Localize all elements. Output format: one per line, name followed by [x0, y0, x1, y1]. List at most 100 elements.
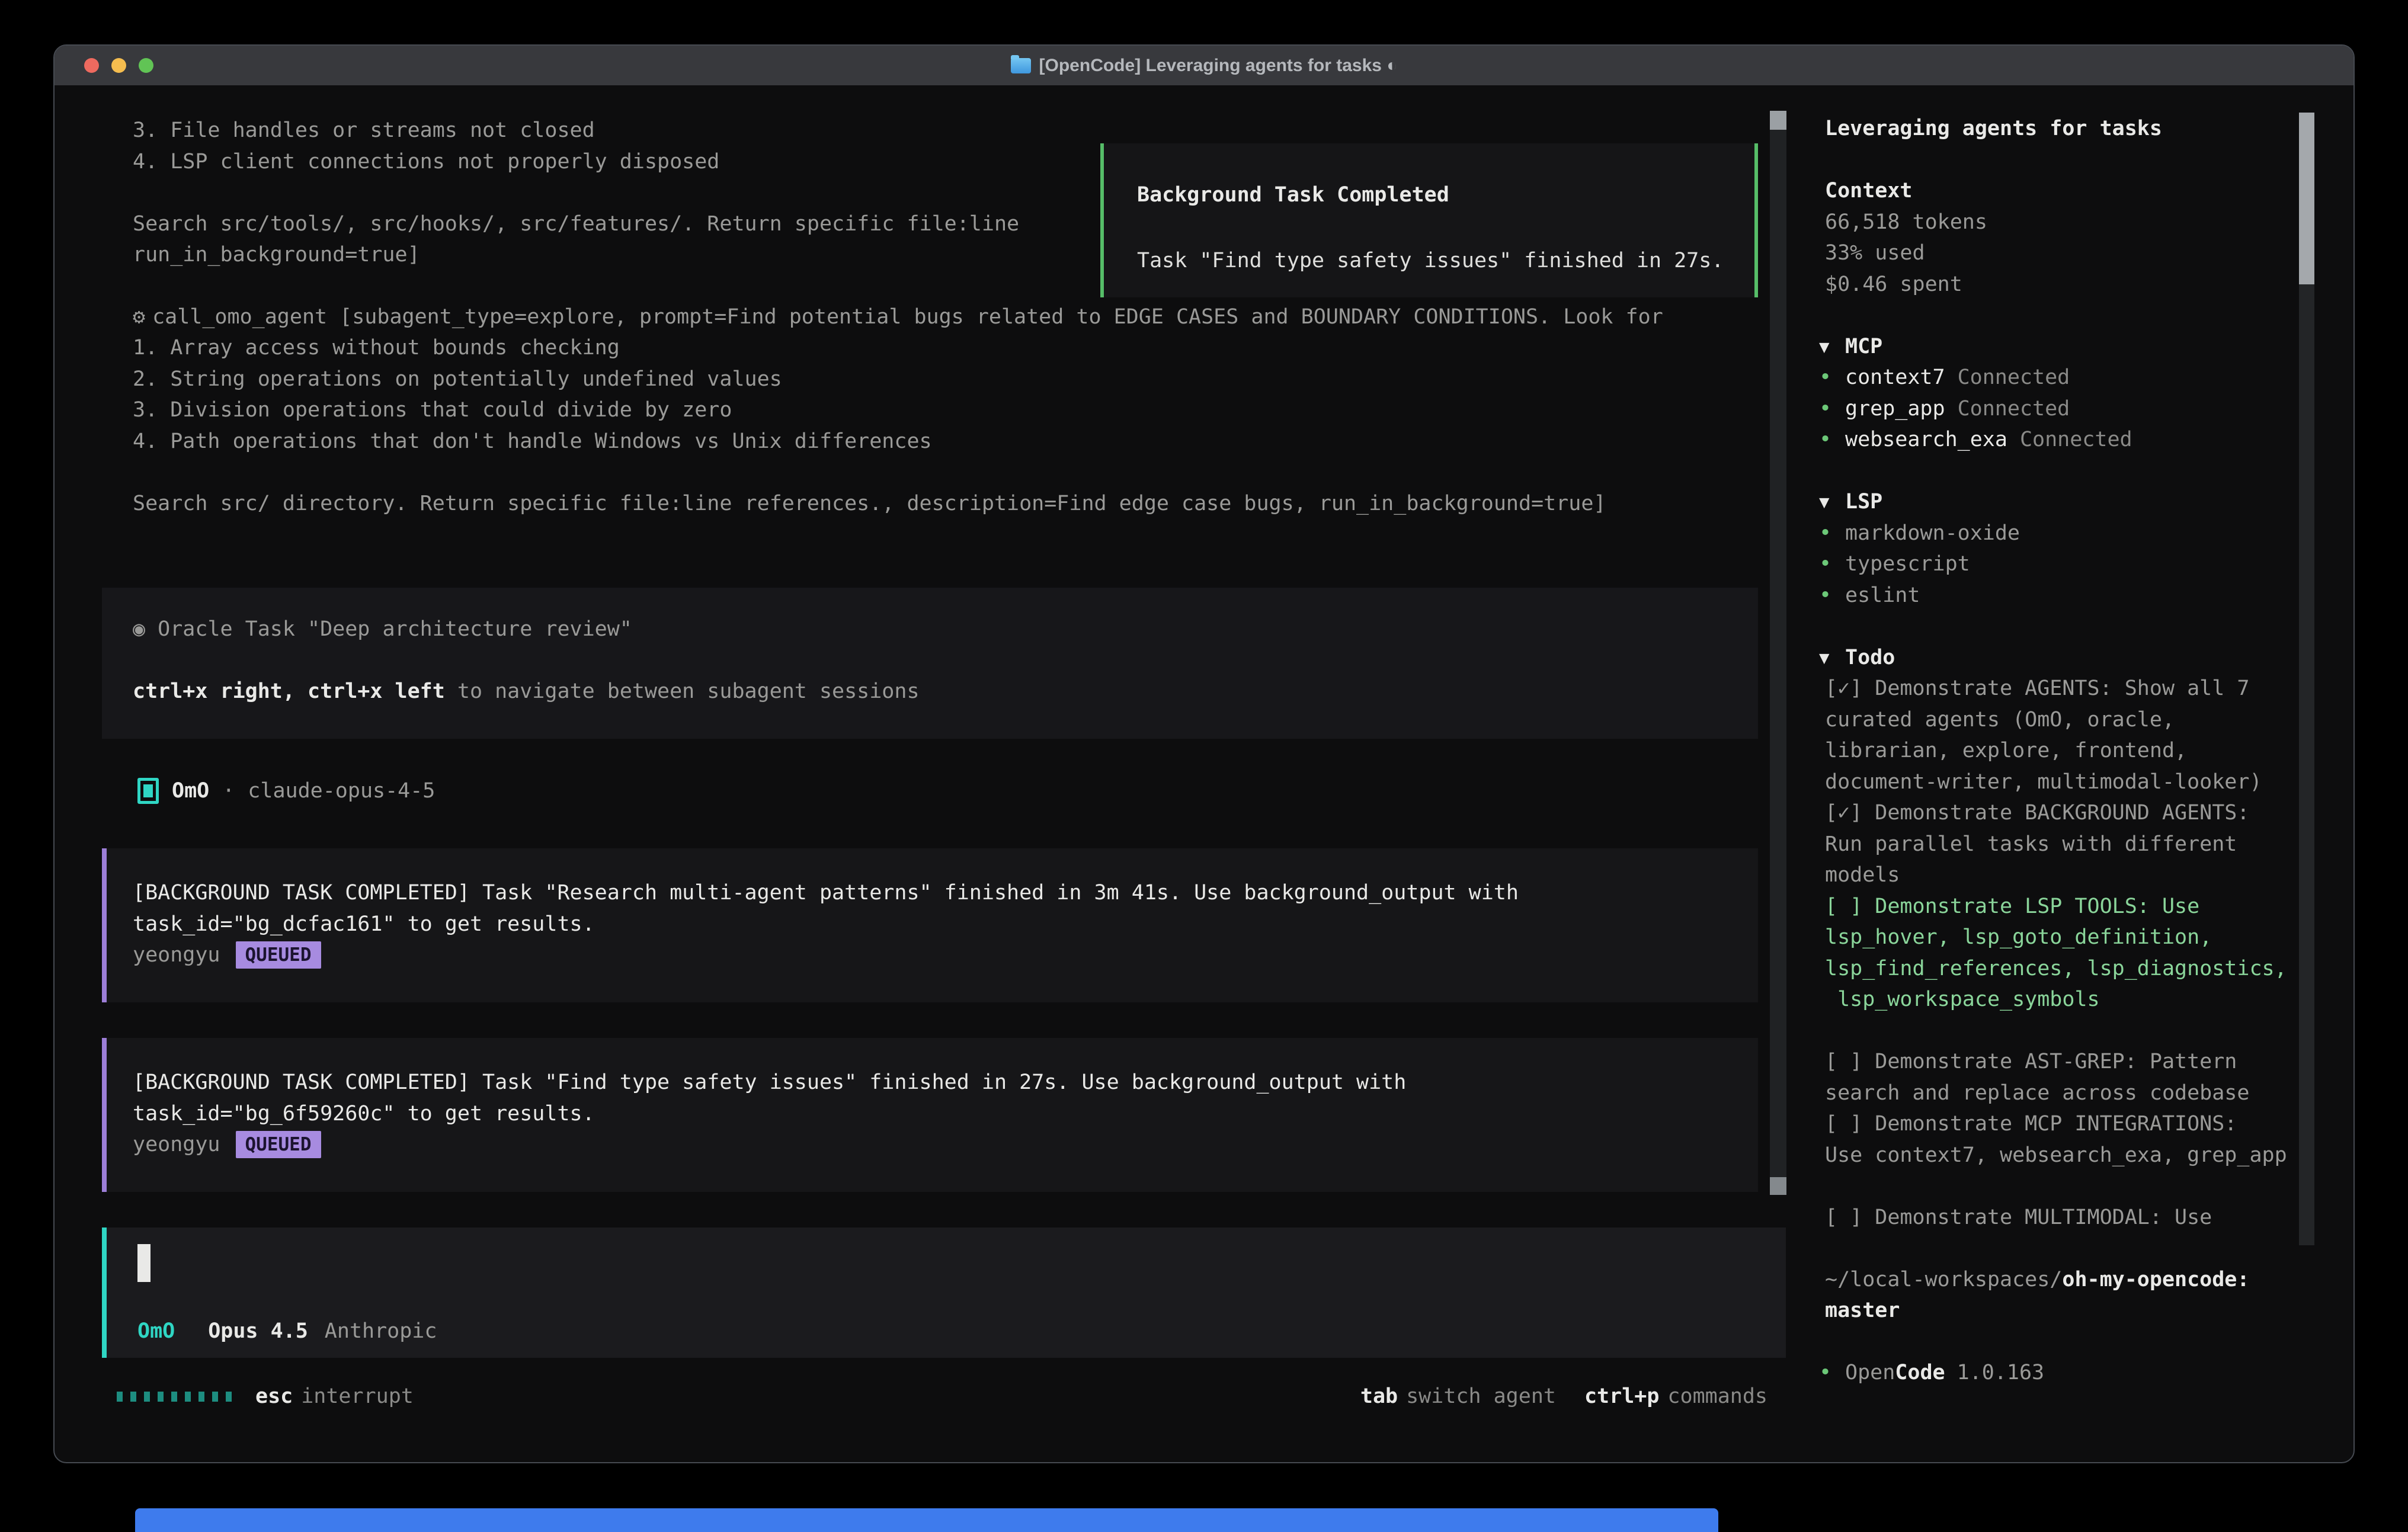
activity-dot [158, 1392, 164, 1402]
main-scrollbar-thumb[interactable] [1770, 111, 1786, 130]
agent-name: OmO [172, 775, 209, 807]
app-version-row: •OpenCode1.0.163 [1819, 1357, 2311, 1389]
mcp-item-name: context7 [1845, 366, 1945, 389]
window-title: [OpenCode] Leveraging agents for tasks ◐ [1039, 56, 1398, 76]
todo-section-header: ▼ Todo [1819, 642, 2311, 674]
hint-text: to navigate between subagent sessions [445, 680, 920, 703]
prompt-input[interactable]: OmO Opus 4.5 Anthropic [102, 1227, 1786, 1358]
session-title: Leveraging agents for tasks [1819, 113, 2311, 145]
agent-icon [137, 778, 159, 804]
agent-model: claude-opus-4-5 [248, 775, 435, 807]
collapse-triangle-icon: ▼ [1819, 486, 1845, 518]
text-cursor [137, 1244, 150, 1282]
todo-items-pending: [ ] Demonstrate AST-GREP: Pattern search… [1819, 1046, 2311, 1171]
activity-dot [198, 1392, 204, 1402]
mcp-item: •grep_app Connected [1819, 393, 2311, 425]
bullet-icon: • [1819, 549, 1845, 580]
mcp-section-header: ▼ MCP [1819, 331, 2311, 363]
status-badge: QUEUED [236, 941, 321, 969]
sidebar: Leveraging agents for tasks Context 66,5… [1819, 113, 2311, 1389]
separator-dot: · [222, 775, 235, 807]
mcp-item-name: grep_app [1845, 397, 1945, 421]
activity-dot [144, 1392, 150, 1402]
collapse-triangle-icon: ▼ [1819, 331, 1845, 363]
tab-key-label: switch agent [1406, 1381, 1556, 1412]
bullet-icon: • [1819, 580, 1845, 611]
app-name-suffix: Code [1895, 1361, 1945, 1384]
statusbar-right: tab switch agent ctrl+p commands [1360, 1381, 1767, 1412]
main-scrollbar[interactable] [1770, 111, 1786, 1195]
statusbar-left: esc interrupt [117, 1381, 414, 1412]
agent-header: OmO · claude-opus-4-5 [137, 778, 435, 804]
lsp-heading: LSP [1845, 486, 1882, 518]
folder-icon [1011, 58, 1031, 73]
context-stats: 66,518 tokens 33% used $0.46 spent [1819, 207, 2311, 300]
notification-title: Background Task Completed [1137, 180, 1754, 211]
workspace-path-repo: oh-my-opencode: [2062, 1268, 2249, 1291]
message-text: [BACKGROUND TASK COMPLETED] Task "Resear… [133, 877, 1758, 940]
todo-item-done: [✓] Demonstrate AGENTS: Show all 7 curat… [1819, 673, 2311, 797]
status-badge: QUEUED [236, 1131, 321, 1158]
bullet-icon: • [1819, 518, 1845, 549]
background-window-edge [135, 1508, 1718, 1532]
message-text: [BACKGROUND TASK COMPLETED] Task "Find t… [133, 1067, 1758, 1129]
esc-key-hint: esc [255, 1381, 293, 1412]
lsp-section-header: ▼ LSP [1819, 486, 2311, 518]
mcp-item-status: Connected [1958, 397, 2070, 421]
minimize-button[interactable] [111, 58, 126, 73]
mcp-item-name: websearch_exa [1845, 428, 2007, 451]
background-task-notification: Background Task Completed Task "Find typ… [1100, 143, 1758, 297]
lsp-item: •markdown-oxide [1819, 518, 2311, 549]
bullet-icon: • [1819, 424, 1845, 456]
oracle-task-panel: ◉ Oracle Task "Deep architecture review"… [102, 588, 1758, 739]
lsp-item: •typescript [1819, 549, 2311, 580]
notification-body: Task "Find type safety issues" finished … [1137, 245, 1754, 277]
lsp-item-name: typescript [1845, 552, 1970, 576]
close-button[interactable] [84, 58, 99, 73]
message-author: yeongyu [133, 1129, 220, 1161]
mcp-item-status: Connected [1958, 366, 2070, 389]
terminal-scrollback-bottom: 1. Array access without bounds checking … [133, 332, 1756, 519]
bullet-icon: • [1819, 362, 1845, 393]
background-task-message: [BACKGROUND TASK COMPLETED] Task "Resear… [102, 848, 1758, 1002]
bullet-icon: • [1819, 393, 1845, 425]
main-scrollbar-end[interactable] [1770, 1177, 1786, 1195]
background-task-message: [BACKGROUND TASK COMPLETED] Task "Find t… [102, 1038, 1758, 1192]
record-icon: ◉ [133, 617, 145, 641]
context-heading: Context [1819, 175, 2311, 207]
mcp-item: •websearch_exa Connected [1819, 424, 2311, 456]
collapse-triangle-icon: ▼ [1819, 642, 1845, 674]
input-provider: Anthropic [325, 1316, 437, 1347]
app-version: 1.0.163 [1957, 1361, 2045, 1384]
ctrlp-key-hint: ctrl+p [1584, 1381, 1659, 1412]
mcp-heading: MCP [1845, 331, 1882, 363]
workspace-path: ~/local-workspaces/oh-my-opencode: master [1819, 1264, 2311, 1326]
activity-dot [185, 1392, 191, 1402]
activity-dot [226, 1392, 232, 1402]
lsp-item: •eslint [1819, 580, 2311, 611]
tool-call-line: ⚙ call_omo_agent [subagent_type=explore,… [133, 302, 1663, 333]
window-title-group: [OpenCode] Leveraging agents for tasks ◐ [1011, 56, 1398, 76]
todo-item-done: [✓] Demonstrate BACKGROUND AGENTS: Run p… [1819, 797, 2311, 891]
mcp-item: •context7 Connected [1819, 362, 2311, 393]
lsp-item-name: markdown-oxide [1845, 521, 2020, 545]
input-model: Opus 4.5 [208, 1316, 308, 1347]
activity-dot [212, 1392, 218, 1402]
workspace-path-prefix: ~/local-workspaces/ [1825, 1268, 2062, 1291]
tool-call-text: call_omo_agent [subagent_type=explore, p… [152, 302, 1663, 333]
activity-dots [117, 1392, 232, 1402]
todo-item-active: [ ] Demonstrate LSP TOOLS: Use lsp_hover… [1819, 891, 2311, 1015]
input-agent-name: OmO [137, 1316, 175, 1347]
workspace-branch: master [1825, 1299, 1900, 1322]
oracle-task-title: Oracle Task "Deep architecture review" [158, 617, 632, 641]
esc-key-label: interrupt [301, 1381, 414, 1412]
zoom-button[interactable] [139, 58, 153, 73]
window-controls [84, 46, 153, 85]
gear-icon: ⚙ [133, 302, 145, 333]
titlebar: [OpenCode] Leveraging agents for tasks ◐ [55, 46, 2353, 85]
message-author: yeongyu [133, 940, 220, 971]
tab-key-hint: tab [1360, 1381, 1398, 1412]
app-window: [OpenCode] Leveraging agents for tasks ◐… [53, 44, 2355, 1463]
mcp-item-status: Connected [2020, 428, 2132, 451]
bullet-icon: • [1819, 1357, 1845, 1389]
